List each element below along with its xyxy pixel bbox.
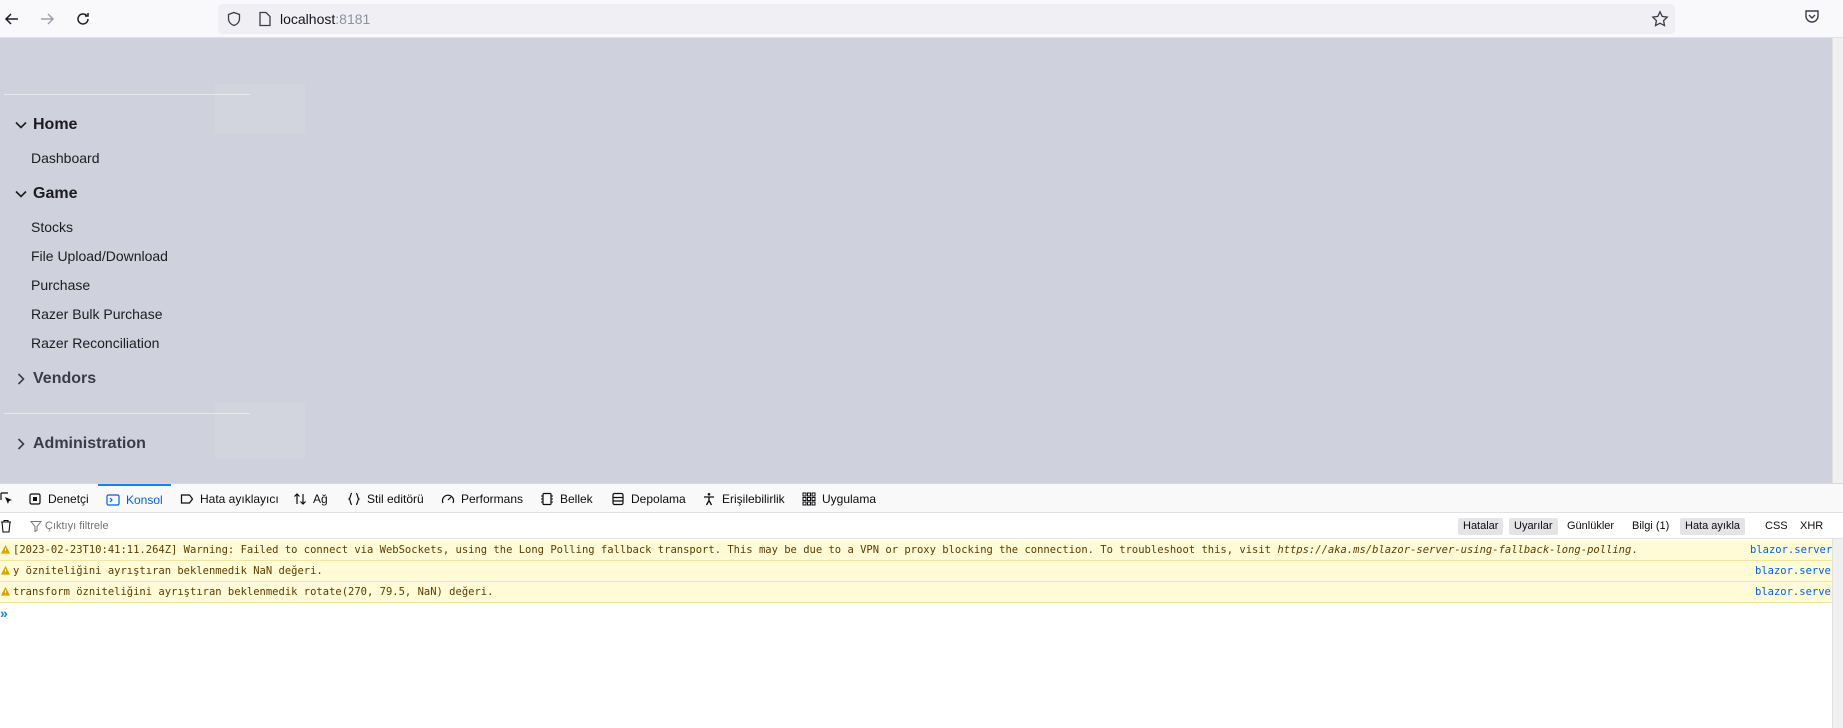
nav-group-administration[interactable]: Administration xyxy=(12,435,146,453)
page-icon[interactable] xyxy=(258,11,272,27)
filter-debug-button[interactable]: Hata ayıkla xyxy=(1680,518,1746,535)
nav-group-game[interactable]: Game xyxy=(12,185,77,203)
chevron-right-icon xyxy=(12,435,30,453)
tab-accessibility[interactable]: Erişilebilirlik xyxy=(702,484,785,513)
nav-item-purchase[interactable]: Purchase xyxy=(31,277,90,293)
nav-item-stocks[interactable]: Stocks xyxy=(31,219,73,235)
tab-inspector[interactable]: Denetçi xyxy=(28,484,89,513)
style-editor-icon xyxy=(347,492,361,505)
debugger-icon xyxy=(180,493,194,504)
tab-network[interactable]: Ağ xyxy=(293,484,328,513)
chevron-right-icon xyxy=(12,370,30,388)
tab-debugger[interactable]: Hata ayıklayıcı xyxy=(180,484,279,513)
sidebar-divider xyxy=(4,413,250,414)
nav-group-label: Game xyxy=(33,185,78,202)
trash-icon[interactable] xyxy=(0,519,12,533)
nav-item-file-upload-download[interactable]: File Upload/Download xyxy=(31,248,168,264)
filter-xhr-button[interactable]: XHR xyxy=(1795,518,1828,535)
console-message: [2023-02-23T10:41:11.264Z] Warning: Fail… xyxy=(0,540,1832,561)
prompt-chevron-icon: » xyxy=(0,605,8,621)
console-message: transform özniteliğini ayrıştıran beklen… xyxy=(0,582,1832,603)
warning-icon xyxy=(0,565,11,575)
nav-item-razer-reconciliation[interactable]: Razer Reconciliation xyxy=(31,335,159,351)
console-message-source[interactable]: blazor.server.js xyxy=(1755,586,1832,598)
filter-css-button[interactable]: CSS xyxy=(1760,518,1793,535)
nav-item-dashboard[interactable]: Dashboard xyxy=(31,150,100,166)
sidebar-divider xyxy=(4,94,250,95)
filter-errors-button[interactable]: Hatalar xyxy=(1458,518,1504,535)
filter-icon xyxy=(30,521,42,532)
nav-group-home[interactable]: Home xyxy=(12,116,77,134)
tab-style-editor[interactable]: Stil editörü xyxy=(347,484,424,513)
tab-storage[interactable]: Depolama xyxy=(611,484,686,513)
star-icon[interactable] xyxy=(1651,10,1669,28)
nav-group-label: Administration xyxy=(33,435,146,452)
pocket-icon[interactable] xyxy=(1803,8,1821,26)
arrow-right-icon xyxy=(41,13,55,25)
url-bar[interactable]: localhost:8181 xyxy=(218,4,1675,34)
arrow-left-icon xyxy=(4,13,18,25)
network-icon xyxy=(294,492,306,505)
devtools-panel: Denetçi Konsol Hata ayıklayıcı Ağ Stil e… xyxy=(0,483,1843,728)
tab-memory[interactable]: Bellek xyxy=(540,484,593,513)
console-message: y özniteliğini ayrıştıran beklenmedik Na… xyxy=(0,561,1832,582)
console-filterbar: Çıktıyı filtrele Hatalar Uyarılar Günlük… xyxy=(0,514,1843,539)
accessibility-icon xyxy=(704,492,714,505)
application-icon xyxy=(802,492,816,505)
warning-icon xyxy=(0,544,11,554)
nav-item-razer-bulk-purchase[interactable]: Razer Bulk Purchase xyxy=(31,306,163,322)
filter-info-button[interactable]: Bilgi (1) xyxy=(1627,518,1674,535)
console-scrollbar[interactable] xyxy=(1832,539,1843,728)
inspector-icon xyxy=(29,492,41,505)
filter-logs-button[interactable]: Günlükler xyxy=(1562,518,1619,535)
shield-icon[interactable] xyxy=(226,11,242,27)
console-message-source[interactable]: blazor.server.js xyxy=(1755,565,1832,577)
chevron-down-icon xyxy=(12,116,30,134)
tab-application[interactable]: Uygulama xyxy=(802,484,876,513)
filter-input[interactable]: Çıktıyı filtrele xyxy=(45,520,109,532)
console-message-text: transform özniteliğini ayrıştıran beklen… xyxy=(13,586,494,598)
chevron-down-icon xyxy=(12,185,30,203)
console-icon xyxy=(106,493,120,506)
console-message-text: y özniteliğini ayrıştıran beklenmedik Na… xyxy=(13,565,323,577)
ghost-panel xyxy=(215,84,305,134)
page-scrollbar[interactable] xyxy=(1832,38,1843,483)
tab-performance[interactable]: Performans xyxy=(441,484,523,513)
devtools-tabbar: Denetçi Konsol Hata ayıklayıcı Ağ Stil e… xyxy=(0,484,1843,513)
page-viewport: Home Dashboard Game Stocks File Upload/D… xyxy=(0,38,1832,483)
ghost-panel xyxy=(215,403,305,458)
forward-button[interactable] xyxy=(35,7,59,31)
browser-toolbar: localhost:8181 xyxy=(0,0,1843,38)
element-picker-button[interactable] xyxy=(0,484,20,513)
back-button[interactable] xyxy=(0,7,24,31)
tab-console[interactable]: Konsol xyxy=(98,484,171,513)
storage-icon xyxy=(612,492,624,505)
performance-icon xyxy=(441,494,455,503)
filter-warnings-button[interactable]: Uyarılar xyxy=(1509,518,1558,535)
element-picker-icon xyxy=(0,491,12,504)
console-input[interactable]: » xyxy=(0,605,8,621)
console-message-text: [2023-02-23T10:41:11.264Z] Warning: Fail… xyxy=(13,544,1638,556)
nav-group-vendors[interactable]: Vendors xyxy=(12,370,96,388)
console-message-source[interactable]: blazor.server.js xyxy=(1750,544,1832,556)
warning-icon xyxy=(0,586,11,596)
nav-group-label: Home xyxy=(33,116,78,133)
nav-group-label: Vendors xyxy=(33,370,97,387)
url-text: localhost:8181 xyxy=(280,11,371,27)
reload-button[interactable] xyxy=(71,7,95,31)
reload-icon xyxy=(77,13,89,25)
memory-icon xyxy=(541,492,553,505)
